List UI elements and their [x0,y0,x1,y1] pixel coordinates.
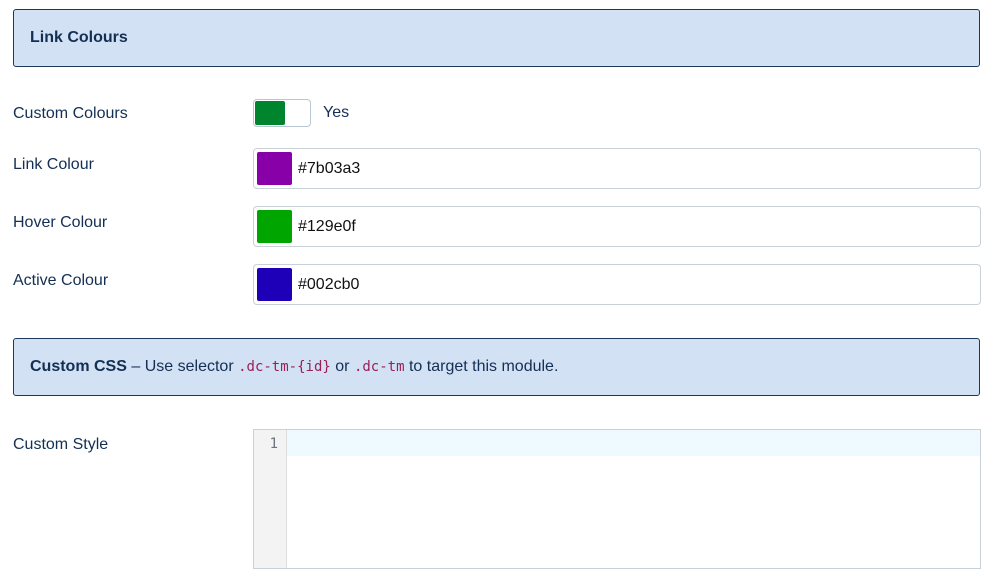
custom-colours-toggle[interactable] [253,99,311,127]
link-colours-title: Link Colours [30,29,128,46]
dash: – [131,358,141,375]
custom-colours-label: Custom Colours [13,105,128,122]
selector-id-code: .dc-tm-{id} [238,359,331,375]
link-colour-swatch[interactable] [257,152,292,185]
link-colour-label: Link Colour [13,156,94,173]
hover-colour-field[interactable]: #129e0f [253,206,981,247]
selector-code: .dc-tm [353,359,405,375]
toggle-knob [255,101,285,125]
line-number: 1 [269,436,278,452]
active-colour-field[interactable]: #002cb0 [253,264,981,305]
hover-colour-value[interactable]: #129e0f [298,218,356,236]
hover-colour-label: Hover Colour [13,214,108,231]
custom-css-title: Custom CSS [30,358,127,375]
editor-active-line[interactable] [287,430,980,456]
custom-colours-toggle-value: Yes [323,104,350,121]
text-after: to target this module. [408,358,559,375]
link-colour-value[interactable]: #7b03a3 [298,160,360,178]
text-before: Use selector [144,358,234,375]
hover-colour-swatch[interactable] [257,210,292,243]
custom-css-header: Custom CSS – Use selector .dc-tm-{id} or… [13,338,980,396]
text-or: or [335,358,350,375]
active-colour-value[interactable]: #002cb0 [298,276,359,294]
link-colour-field[interactable]: #7b03a3 [253,148,981,189]
link-colours-header: Link Colours [13,9,980,67]
custom-style-label: Custom Style [13,436,109,453]
custom-css-description: Custom CSS – Use selector .dc-tm-{id} or… [30,358,558,376]
editor-gutter: 1 [254,430,287,568]
active-colour-label: Active Colour [13,272,109,289]
custom-style-editor[interactable]: 1 [253,429,981,569]
active-colour-swatch[interactable] [257,268,292,301]
